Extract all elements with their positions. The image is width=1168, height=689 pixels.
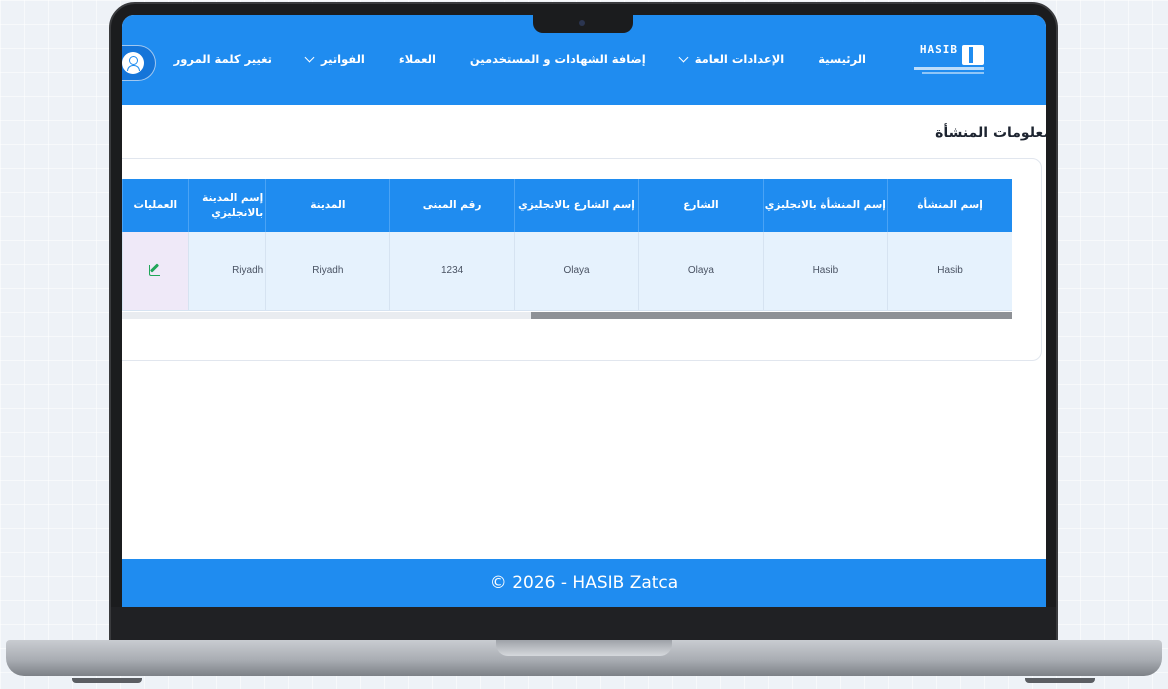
scrollbar-thumb[interactable]: [531, 312, 1012, 319]
nav-general-settings[interactable]: الإعدادات العامة: [678, 52, 785, 66]
nav-label: الإعدادات العامة: [694, 52, 785, 66]
camera-notch: [533, 15, 633, 33]
edit-icon[interactable]: [148, 262, 162, 277]
user-icon: [122, 52, 144, 74]
nav-invoices[interactable]: الفواتير: [304, 52, 365, 66]
camera-icon: [579, 20, 585, 26]
app-screen: HASIB الرئيسية الإعدادات العامة إضافة ال…: [122, 15, 1046, 607]
table-cell: Hasib: [762, 232, 888, 311]
column-header[interactable]: الشارع: [638, 179, 764, 232]
table-cell: Riyadh: [187, 232, 266, 311]
table-row: Hasib Hasib Olaya Olaya 1234 Riyadh Riya…: [122, 232, 1012, 311]
laptop-foot-left: [72, 678, 142, 683]
establishment-table: إسم المنشأة إسم المنشأة بالانجليزي الشار…: [122, 179, 1012, 311]
table-cell: Riyadh: [265, 232, 390, 311]
logo-mark-icon: [962, 45, 984, 65]
nav-label: العملاء: [398, 52, 436, 66]
table-cell: 1234: [389, 232, 515, 311]
table-cell: Olaya: [513, 232, 639, 311]
chevron-down-icon: [304, 52, 315, 62]
nav-label: تغيير كلمة المرور: [173, 52, 272, 66]
nav-change-password[interactable]: تغيير كلمة المرور: [174, 52, 272, 66]
nav-home[interactable]: الرئيسية: [818, 52, 866, 66]
table-cell: Olaya: [638, 232, 764, 311]
laptop-base-notch: [496, 640, 672, 656]
nav-certificates-users[interactable]: إضافة الشهادات و المستخدمين: [470, 52, 646, 66]
logo-text: HASIB: [919, 43, 958, 56]
laptop-bezel-bottom: [111, 607, 1056, 642]
column-header[interactable]: إسم الشارع بالانجليزي: [513, 179, 639, 232]
column-header[interactable]: إسم المدينة بالانجليزي: [187, 179, 266, 232]
column-header[interactable]: إسم المنشأة بالانجليزي: [762, 179, 888, 232]
footer: © 2026 - HASIB Zatca: [122, 559, 1046, 607]
chevron-down-icon: [678, 52, 689, 62]
column-header[interactable]: رقم المبنى: [389, 179, 515, 232]
table-cell: Hasib: [887, 232, 1012, 311]
brand-logo[interactable]: HASIB: [914, 43, 984, 75]
logo-tagline: [914, 67, 984, 70]
page-title: معلومات المنشأة: [935, 125, 1046, 141]
column-header-actions: العمليات: [122, 179, 189, 232]
table-header-row: إسم المنشأة إسم المنشأة بالانجليزي الشار…: [122, 179, 1012, 232]
main-nav: الرئيسية الإعدادات العامة إضافة الشهادات…: [174, 52, 866, 66]
table-cell-actions: [122, 232, 189, 311]
column-header[interactable]: المدينة: [265, 179, 390, 232]
user-menu-button[interactable]: [122, 45, 156, 81]
column-header[interactable]: إسم المنشأة: [887, 179, 1012, 232]
logo-tagline-2: [922, 72, 984, 74]
nav-label: إضافة الشهادات و المستخدمين: [469, 52, 646, 66]
footer-text: © 2026 - HASIB Zatca: [489, 573, 679, 593]
nav-label: الفواتير: [320, 52, 365, 66]
nav-label: الرئيسية: [818, 52, 866, 66]
laptop-foot-right: [1025, 678, 1095, 683]
establishment-table-container: إسم المنشأة إسم المنشأة بالانجليزي الشار…: [122, 179, 1012, 319]
nav-customers[interactable]: العملاء: [399, 52, 436, 66]
